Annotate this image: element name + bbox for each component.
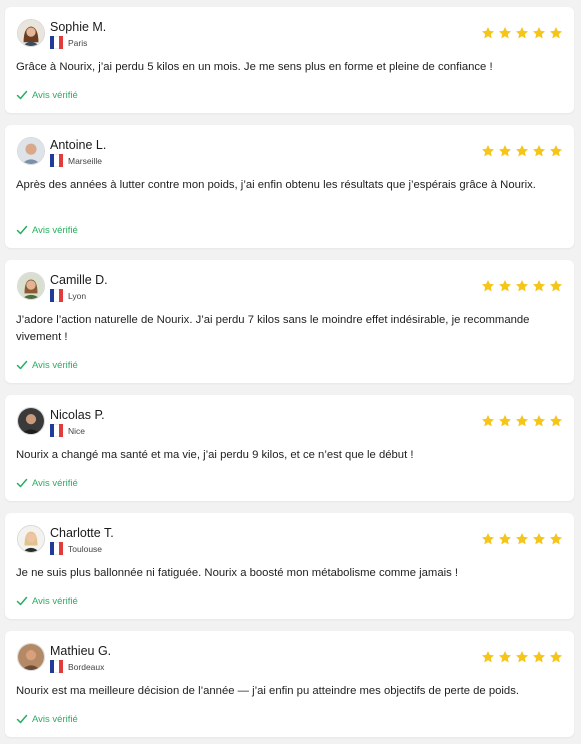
verified-label: Avis vérifié — [32, 477, 78, 489]
verified-badge: Avis vérifié — [16, 595, 78, 607]
review-card: Charlotte T. Toulouse Je ne suis plus ba… — [5, 513, 574, 619]
reviewer-city: Paris — [68, 37, 88, 48]
star-icon — [532, 145, 546, 157]
check-icon — [16, 90, 28, 100]
star-icon — [515, 280, 529, 292]
star-icon — [481, 145, 495, 157]
star-icon — [532, 415, 546, 427]
reviewer-name: Antoine L. — [50, 138, 107, 152]
verified-label: Avis vérifié — [32, 359, 78, 371]
star-icon — [515, 145, 529, 157]
france-flag-icon — [50, 154, 63, 167]
avatar — [17, 19, 45, 47]
france-flag-icon — [50, 542, 63, 555]
star-icon — [532, 280, 546, 292]
star-icon — [515, 415, 529, 427]
reviewer-city: Nice — [68, 425, 86, 436]
avatar — [17, 137, 45, 165]
verified-label: Avis vérifié — [32, 224, 78, 236]
star-icon — [481, 280, 495, 292]
reviewer-location: Paris — [50, 36, 87, 49]
reviewer-name: Charlotte T. — [50, 526, 114, 540]
verified-badge: Avis vérifié — [16, 713, 78, 725]
star-icon — [515, 651, 529, 663]
verified-label: Avis vérifié — [32, 713, 78, 725]
star-icon — [515, 27, 529, 39]
star-rating — [481, 414, 563, 428]
star-icon — [532, 27, 546, 39]
star-icon — [498, 145, 512, 157]
star-rating — [481, 26, 563, 40]
check-icon — [16, 360, 28, 370]
check-icon — [16, 478, 28, 488]
star-rating — [481, 279, 563, 293]
star-icon — [498, 280, 512, 292]
star-icon — [498, 651, 512, 663]
france-flag-icon — [50, 36, 63, 49]
verified-badge: Avis vérifié — [16, 224, 78, 236]
star-icon — [515, 533, 529, 545]
star-icon — [481, 27, 495, 39]
star-icon — [549, 415, 563, 427]
star-rating — [481, 144, 563, 158]
star-icon — [481, 415, 495, 427]
reviewer-city: Lyon — [68, 290, 87, 301]
review-card: Nicolas P. Nice Nourix a changé ma santé… — [5, 395, 574, 501]
avatar — [17, 407, 45, 435]
star-rating — [481, 532, 563, 546]
check-icon — [16, 225, 28, 235]
france-flag-icon — [50, 660, 63, 673]
review-text: Nourix est ma meilleure décision de l’an… — [16, 685, 519, 697]
review-card: Camille D. Lyon J’adore l’action naturel… — [5, 260, 574, 383]
star-icon — [498, 533, 512, 545]
france-flag-icon — [50, 289, 63, 302]
check-icon — [16, 714, 28, 724]
star-icon — [549, 27, 563, 39]
check-icon — [16, 596, 28, 606]
reviewer-location: Marseille — [50, 154, 102, 167]
review-text: Grâce à Nourix, j’ai perdu 5 kilos en un… — [16, 61, 493, 73]
reviewer-location: Lyon — [50, 289, 86, 302]
review-card: Antoine L. Marseille Après des années à … — [5, 125, 574, 248]
star-icon — [549, 651, 563, 663]
france-flag-icon — [50, 424, 63, 437]
reviewer-name: Camille D. — [50, 273, 108, 287]
review-card: Sophie M. Paris Grâce à Nourix, j’ai per… — [5, 7, 574, 113]
reviewer-location: Toulouse — [50, 542, 102, 555]
star-icon — [549, 145, 563, 157]
avatar — [17, 525, 45, 553]
review-text: Je ne suis plus ballonnée ni fatiguée. N… — [16, 567, 459, 579]
star-icon — [549, 533, 563, 545]
review-text: J’adore l’action naturelle de Nourix. J’… — [16, 314, 530, 343]
review-card: Mathieu G. Bordeaux Nourix est ma meille… — [5, 631, 574, 737]
reviewer-name: Sophie M. — [50, 20, 107, 34]
verified-badge: Avis vérifié — [16, 359, 78, 371]
star-icon — [481, 651, 495, 663]
avatar — [17, 643, 45, 671]
avatar — [17, 272, 45, 300]
reviewer-name: Mathieu G. — [50, 644, 112, 658]
verified-badge: Avis vérifié — [16, 89, 78, 101]
star-icon — [549, 280, 563, 292]
reviewer-location: Bordeaux — [50, 660, 104, 673]
reviewer-city: Bordeaux — [68, 661, 105, 672]
star-icon — [532, 533, 546, 545]
star-icon — [481, 533, 495, 545]
star-icon — [498, 27, 512, 39]
review-list: Sophie M. Paris Grâce à Nourix, j’ai per… — [0, 0, 581, 744]
star-icon — [498, 415, 512, 427]
verified-label: Avis vérifié — [32, 595, 78, 607]
review-text: Après des années à lutter contre mon poi… — [16, 179, 536, 191]
reviewer-location: Nice — [50, 424, 85, 437]
verified-badge: Avis vérifié — [16, 477, 78, 489]
reviewer-name: Nicolas P. — [50, 408, 105, 422]
star-icon — [532, 651, 546, 663]
reviewer-city: Marseille — [68, 155, 103, 166]
star-rating — [481, 650, 563, 664]
reviewer-city: Toulouse — [68, 543, 103, 554]
review-text: Nourix a changé ma santé et ma vie, j’ai… — [16, 449, 414, 461]
verified-label: Avis vérifié — [32, 89, 78, 101]
